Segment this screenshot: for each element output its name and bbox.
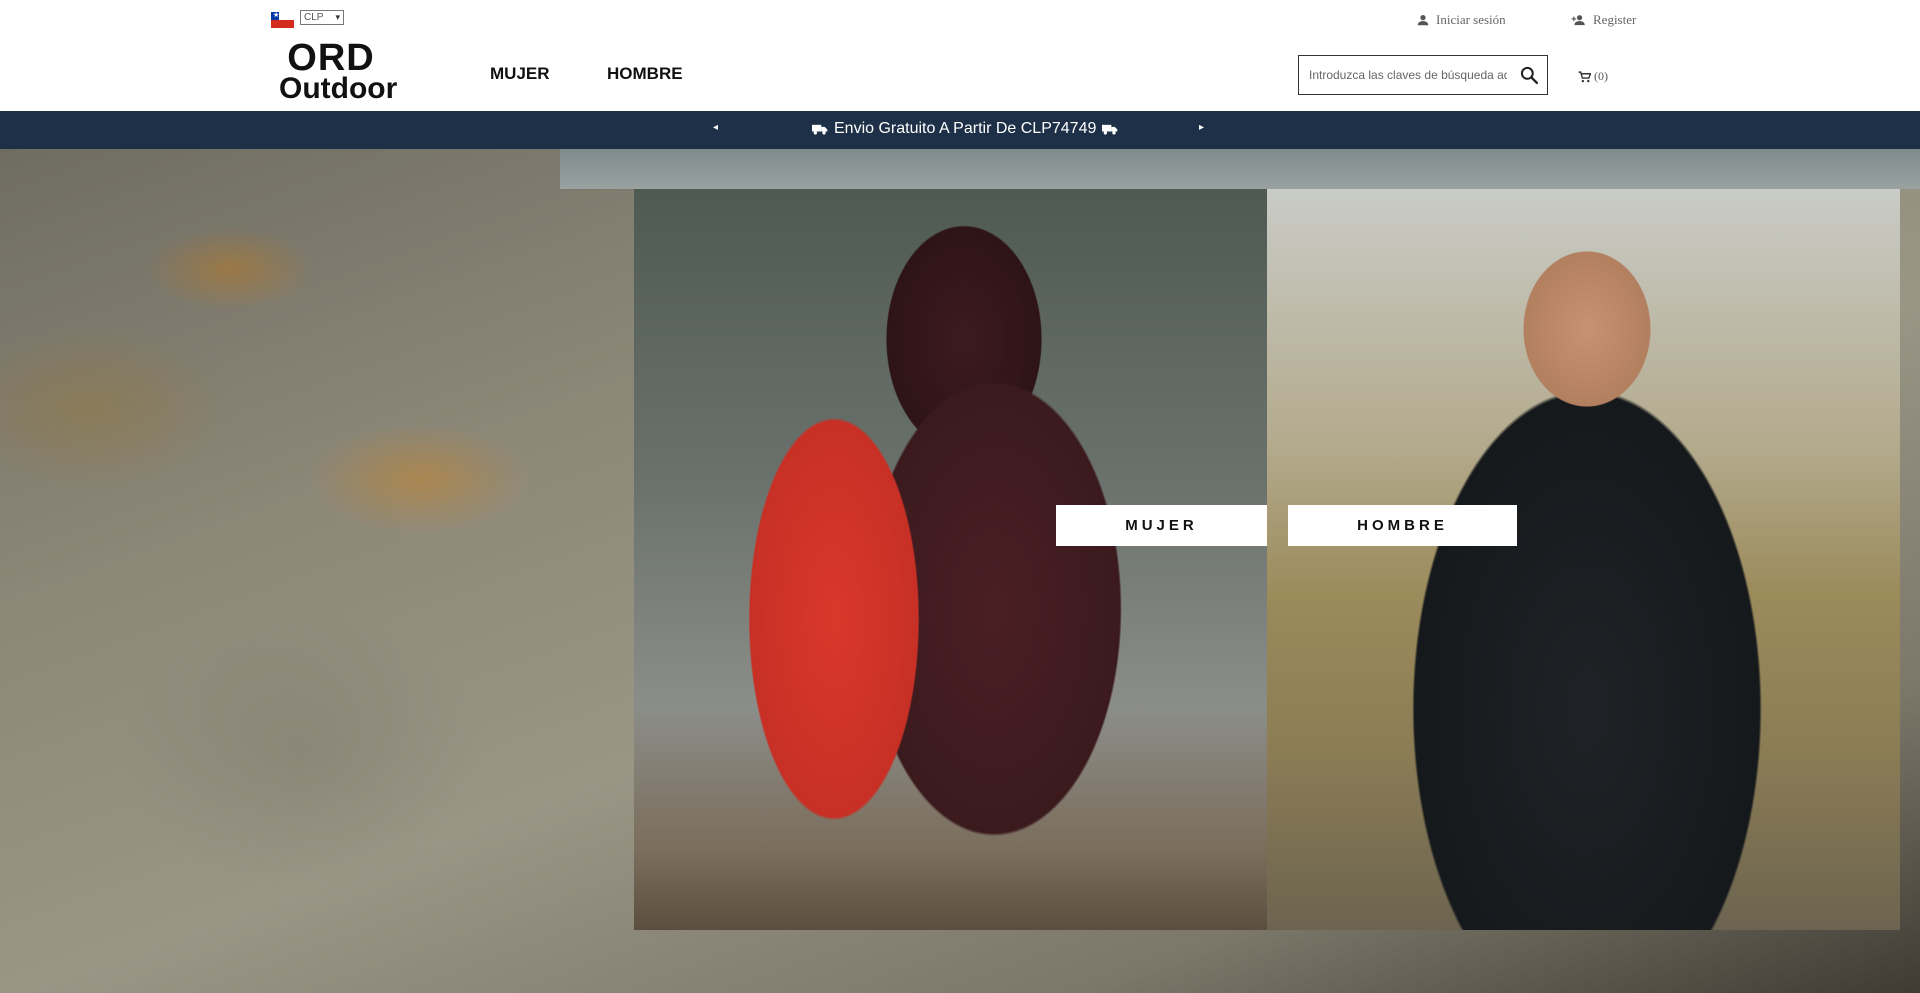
login-label: Iniciar sesión	[1436, 12, 1506, 27]
currency-value: CLP	[304, 12, 324, 23]
search-input[interactable]	[1309, 66, 1507, 84]
currency-select[interactable]: CLP ▾	[300, 10, 344, 25]
add-user-icon	[1571, 15, 1585, 26]
hero-sky	[560, 149, 1920, 189]
men-category-button[interactable]: HOMBRE	[1288, 505, 1517, 546]
cart-count: (0)	[1594, 69, 1608, 83]
logo-line-2: Outdoor	[279, 72, 398, 105]
search-box	[1298, 55, 1548, 95]
men-category-image[interactable]	[1267, 189, 1900, 930]
site-header: ★ CLP ▾ ORD Outdoor MUJER HOMBRE Iniciar…	[0, 0, 1920, 110]
nav-item-mujer[interactable]: MUJER	[490, 64, 550, 84]
login-link[interactable]: Iniciar sesión	[1416, 12, 1506, 28]
register-link[interactable]: Register	[1571, 12, 1636, 28]
chile-flag-icon[interactable]: ★	[271, 12, 294, 28]
register-label: Register	[1593, 12, 1637, 27]
announcement-bar: ◂ Envio Gratuito A Partir De CLP74749 ▸	[0, 111, 1920, 149]
next-arrow-icon[interactable]: ▸	[1199, 122, 1204, 133]
truck-icon	[812, 124, 828, 134]
site-logo[interactable]: ORD Outdoor	[279, 37, 397, 104]
announcement-text: Envio Gratuito A Partir De CLP74749	[834, 120, 1097, 137]
user-icon	[1417, 15, 1429, 26]
nav-item-hombre[interactable]: HOMBRE	[607, 64, 683, 84]
hero-banner: MUJER HOMBRE	[0, 149, 1920, 993]
women-category-button[interactable]: MUJER	[1056, 505, 1267, 546]
announcement-message: Envio Gratuito A Partir De CLP74749	[812, 120, 1118, 138]
women-category-image[interactable]	[634, 189, 1267, 930]
previous-arrow-icon[interactable]: ◂	[713, 122, 718, 133]
cart-link[interactable]: (0)	[1578, 69, 1608, 84]
truck-icon	[1102, 124, 1118, 134]
search-icon[interactable]	[1519, 65, 1539, 85]
chevron-down-icon: ▾	[335, 12, 340, 22]
logo-line-1: ORD	[287, 37, 375, 79]
cart-icon	[1578, 70, 1591, 82]
